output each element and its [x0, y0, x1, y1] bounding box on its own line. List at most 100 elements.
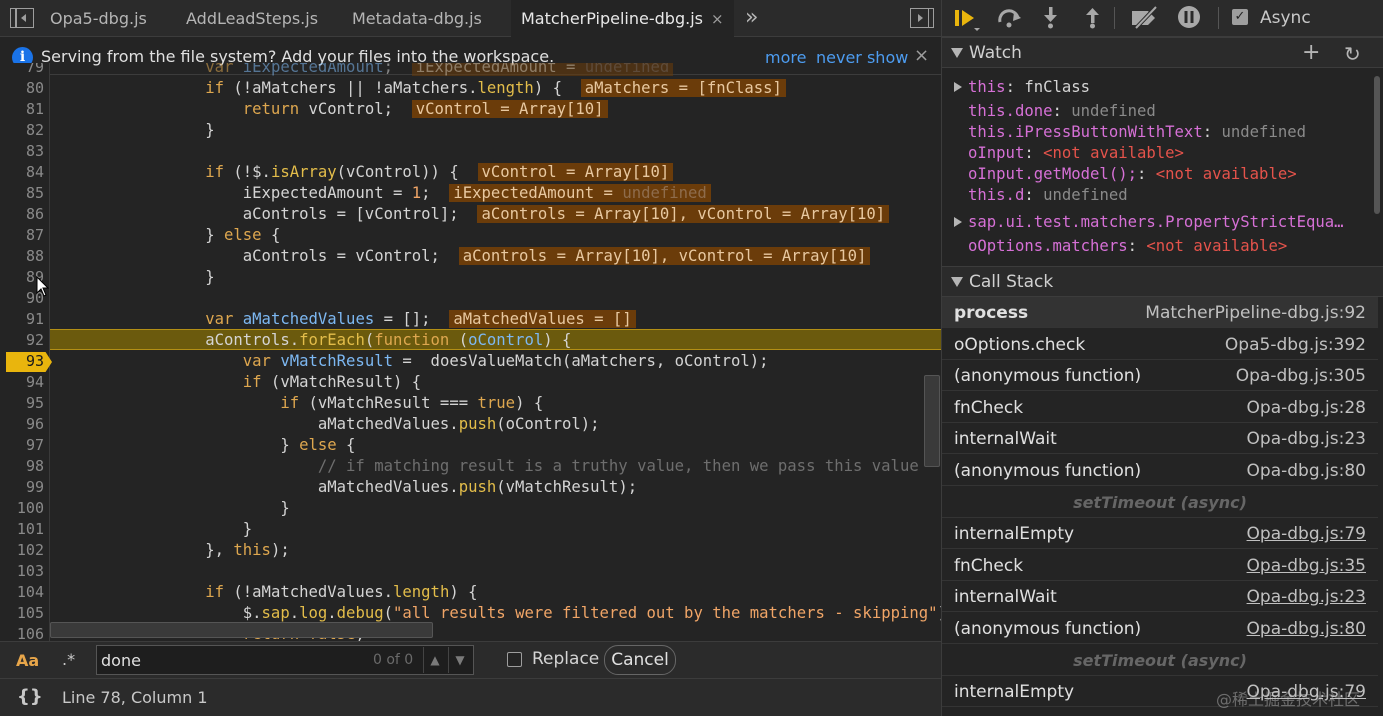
resume-icon[interactable]: [954, 8, 982, 32]
line-number[interactable]: 94: [0, 372, 44, 393]
watch-expression[interactable]: this.iPressButtonWithText: undefined: [968, 122, 1306, 143]
call-frame[interactable]: fnCheck Opa-dbg.js:28: [942, 392, 1378, 423]
more-tabs-icon[interactable]: »: [745, 5, 759, 30]
line-number[interactable]: 106: [0, 624, 44, 641]
sidebar-scrollbar[interactable]: [1374, 76, 1380, 214]
line-number[interactable]: 82: [0, 120, 44, 141]
call-frame-location[interactable]: Opa-dbg.js:79: [1247, 524, 1366, 544]
line-number[interactable]: 87: [0, 225, 44, 246]
watch-expression[interactable]: oInput: <not available>: [968, 143, 1184, 164]
watch-expression[interactable]: oInput.getModel();: <not available>: [968, 164, 1297, 185]
line-number[interactable]: 92: [0, 330, 44, 351]
call-frame-location[interactable]: Opa5-dbg.js:392: [1225, 335, 1366, 355]
search-prev-button[interactable]: ▲: [423, 647, 446, 673]
line-number[interactable]: 95: [0, 393, 44, 414]
line-number[interactable]: 104: [0, 582, 44, 603]
tab-addleadsteps[interactable]: AddLeadSteps.js: [186, 0, 318, 37]
call-frame[interactable]: (anonymous function) Opa-dbg.js:80: [942, 455, 1378, 486]
line-number[interactable]: 97: [0, 435, 44, 456]
watch-section-header[interactable]: Watch + ↻: [942, 37, 1383, 68]
call-frame-location[interactable]: Opa-dbg.js:305: [1236, 366, 1366, 386]
call-frame-location[interactable]: Opa-dbg.js:23: [1247, 587, 1366, 607]
line-number[interactable]: 86: [0, 204, 44, 225]
line-number[interactable]: 98: [0, 456, 44, 477]
watch-expression[interactable]: this.d: undefined: [968, 185, 1128, 206]
line-number[interactable]: 103: [0, 561, 44, 582]
horizontal-scrollbar[interactable]: [50, 622, 433, 638]
line-number[interactable]: 93: [0, 351, 44, 372]
call-frame[interactable]: oOptions.check Opa5-dbg.js:392: [942, 329, 1378, 360]
pretty-print-icon[interactable]: {}: [17, 686, 43, 707]
line-number[interactable]: 99: [0, 477, 44, 498]
call-frame[interactable]: fnCheck Opa-dbg.js:35: [942, 550, 1378, 581]
call-frame-location[interactable]: Opa-dbg.js:28: [1247, 398, 1366, 418]
call-frame[interactable]: internalWait Opa-dbg.js:23: [942, 581, 1378, 613]
line-number[interactable]: 79: [0, 63, 44, 78]
regex-toggle[interactable]: .*: [62, 650, 75, 669]
tab-matcherpipeline-dbg[interactable]: MatcherPipeline-dbg.js ×: [511, 0, 734, 37]
call-frame-location[interactable]: Opa-dbg.js:80: [1247, 619, 1366, 639]
code-line: aMatchedValues.push(vMatchResult);: [55, 478, 638, 496]
expand-triangle-icon[interactable]: [954, 217, 962, 227]
call-frame[interactable]: internalWait Opa-dbg.js:23: [942, 423, 1378, 455]
tab-opa5-dbg[interactable]: Opa5-dbg.js: [50, 0, 147, 37]
line-number[interactable]: 100: [0, 498, 44, 519]
tab-close-icon[interactable]: ×: [711, 10, 724, 28]
line-number[interactable]: 101: [0, 519, 44, 540]
line-number[interactable]: 84: [0, 162, 44, 183]
code-line: }: [55, 268, 215, 286]
call-frame-location[interactable]: Opa-dbg.js:23: [1247, 429, 1366, 449]
line-number[interactable]: 85: [0, 183, 44, 204]
call-frame-location[interactable]: Opa-dbg.js:35: [1247, 556, 1366, 576]
watch-expression[interactable]: oOptions.matchers: <not available>: [968, 236, 1287, 257]
call-frame[interactable]: (anonymous function) Opa-dbg.js:80: [942, 613, 1378, 644]
call-frame-location[interactable]: MatcherPipeline-dbg.js:92: [1145, 303, 1366, 323]
call-frame[interactable]: (anonymous function) Opa-dbg.js:305: [942, 360, 1378, 392]
line-number[interactable]: 83: [0, 141, 44, 162]
line-number[interactable]: 80: [0, 78, 44, 99]
call-frame-function: internalEmpty: [954, 524, 1075, 545]
code-line: if (!aMatchedValues.length) {: [205, 583, 478, 601]
tab-metadata-dbg[interactable]: Metadata-dbg.js: [352, 0, 482, 37]
watch-expression[interactable]: this: fnClass: [968, 77, 1090, 98]
line-number[interactable]: 81: [0, 99, 44, 120]
line-number[interactable]: 96: [0, 414, 44, 435]
cancel-button[interactable]: Cancel: [604, 645, 676, 675]
call-frame-function: internalWait: [954, 429, 1057, 450]
refresh-watch-icon[interactable]: ↻: [1344, 42, 1361, 66]
search-next-button[interactable]: ▼: [448, 647, 471, 673]
async-label: setTimeout (async): [1073, 650, 1247, 670]
deactivate-breakpoints-icon[interactable]: [1130, 6, 1162, 30]
line-number[interactable]: 105: [0, 603, 44, 624]
editor-tab-bar: Opa5-dbg.js AddLeadSteps.js Metadata-dbg…: [0, 0, 941, 37]
async-boundary: setTimeout (async): [942, 487, 1378, 518]
pause-on-exceptions-icon[interactable]: [1177, 5, 1203, 29]
call-frame-function: fnCheck: [954, 555, 1024, 576]
toggle-navigator-icon[interactable]: [10, 8, 34, 28]
call-frame[interactable]: process MatcherPipeline-dbg.js:92: [942, 297, 1378, 328]
add-watch-icon[interactable]: +: [1302, 40, 1320, 65]
search-input[interactable]: [101, 649, 361, 671]
line-number-gutter: 79 80 81 82 83 84 85 86 87 88 89 90 91 92 93 94 95 96 97 98…: [0, 63, 52, 641]
call-frame[interactable]: internalEmpty Opa-dbg.js:79: [942, 518, 1378, 550]
toggle-debugger-icon[interactable]: [910, 8, 934, 28]
watch-expression[interactable]: sap.ui.test.matchers.PropertyStrictEqua…: [968, 212, 1344, 233]
watch-key: oInput.getModel();: [968, 165, 1137, 183]
expand-triangle-icon[interactable]: [954, 82, 962, 92]
async-checkbox[interactable]: ✓: [1232, 9, 1248, 25]
code-line: var iExpectedAmount; iExpectedAmount = u…: [55, 63, 674, 78]
line-number[interactable]: 102: [0, 540, 44, 561]
step-out-icon[interactable]: [1083, 6, 1103, 30]
replace-checkbox[interactable]: [507, 652, 522, 667]
step-over-icon[interactable]: [996, 6, 1024, 30]
code-editor[interactable]: 79 80 81 82 83 84 85 86 87 88 89 90 91 92 93 94 95 96 97 98…: [0, 63, 941, 641]
watch-expression[interactable]: this.done: undefined: [968, 101, 1156, 122]
code-line: }: [55, 121, 215, 139]
line-number[interactable]: 91: [0, 309, 44, 330]
line-number[interactable]: 88: [0, 246, 44, 267]
vertical-scrollbar[interactable]: [924, 375, 940, 467]
match-case-toggle[interactable]: Aa: [16, 651, 39, 670]
step-into-icon[interactable]: [1041, 6, 1061, 30]
call-frame-location[interactable]: Opa-dbg.js:80: [1247, 461, 1366, 481]
call-stack-section-header[interactable]: Call Stack: [942, 266, 1383, 297]
